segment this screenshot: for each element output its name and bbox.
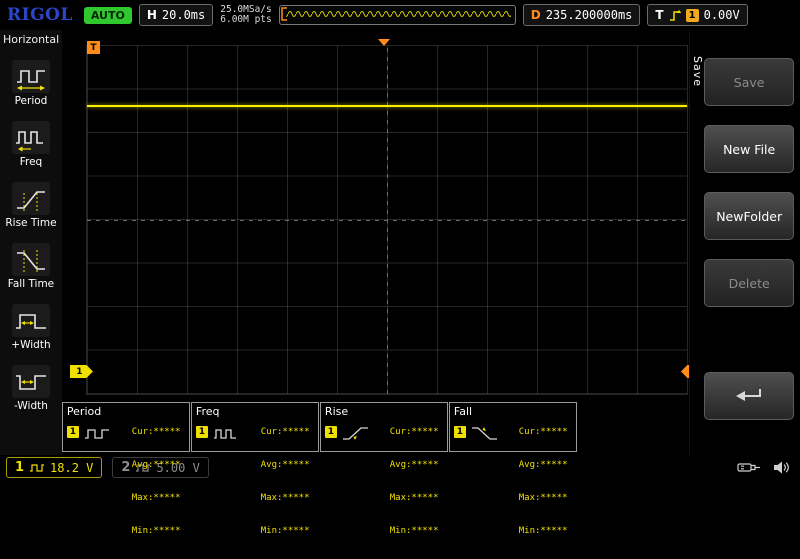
cur-value: Cur:***** — [390, 427, 444, 438]
sidebar-item-label: Freq — [20, 156, 43, 168]
new-file-button[interactable]: New File — [704, 125, 794, 173]
channel1-scale: 18.2 V — [50, 461, 93, 475]
horizontal-label: H — [147, 8, 157, 22]
channel-badge: 1 — [196, 426, 208, 438]
max-value: Max:***** — [132, 493, 186, 504]
avg-value: Avg:***** — [132, 460, 186, 471]
freq-icon — [12, 121, 50, 154]
cur-value: Cur:***** — [261, 427, 315, 438]
channel-badge: 1 — [454, 426, 466, 438]
measurement-values: Cur:***** Avg:***** Max:***** Min:***** — [519, 405, 573, 559]
trigger-corner-marker: T — [87, 41, 100, 54]
rise-time-icon — [12, 182, 50, 215]
rise-measure-icon — [341, 425, 371, 442]
trigger-level-value: 0.00V — [704, 8, 740, 22]
sidebar-item-fall-time[interactable]: Fall Time — [0, 243, 62, 290]
trigger-box[interactable]: T 1 0.00V — [647, 4, 747, 26]
sidebar-item-freq[interactable]: Freq — [0, 121, 62, 168]
sidebar-title: Horizontal — [0, 33, 59, 46]
status-icons — [737, 460, 794, 475]
max-value: Max:***** — [261, 493, 315, 504]
back-button[interactable] — [704, 372, 794, 420]
plus-width-icon — [12, 304, 50, 337]
channel2-number: 2 — [121, 460, 130, 475]
measurement-values: Cur:***** Avg:***** Max:***** Min:***** — [390, 405, 444, 559]
channel1-coupling-icon — [29, 463, 45, 473]
acquisition-info: 25.0MSa/s 6.00M pts — [220, 5, 271, 26]
graticule: T 1 T — [86, 45, 688, 395]
channel-badge: 1 — [325, 426, 337, 438]
max-value: Max:***** — [390, 493, 444, 504]
measurement-title: Fall — [454, 405, 472, 418]
measure-sidebar: Horizontal Period Freq — [0, 30, 62, 455]
trigger-source-badge: 1 — [686, 9, 699, 22]
channel1-chip[interactable]: 1 18.2 V — [6, 457, 102, 478]
min-value: Min:***** — [261, 526, 315, 537]
sidebar-item-rise-time[interactable]: Rise Time — [0, 182, 62, 229]
sidebar-item-label: Rise Time — [5, 217, 56, 229]
horizontal-timebase-box[interactable]: H 20.0ms — [139, 4, 213, 26]
min-value: Min:***** — [390, 526, 444, 537]
memory-depth: 6.00M pts — [220, 15, 271, 26]
softkey-menu: Save Save New File NewFolder Delete — [689, 30, 800, 455]
main-area: Horizontal Period Freq — [0, 30, 800, 455]
sidebar-item-plus-width[interactable]: +Width — [0, 304, 62, 351]
measurement-freq[interactable]: Freq 1 Cur:***** Avg:***** Max:***** Min… — [191, 402, 319, 452]
period-measure-icon — [83, 425, 113, 442]
trigger-label: T — [655, 8, 663, 22]
period-icon — [12, 60, 50, 93]
trigger-slope-icon — [669, 9, 681, 22]
usb-icon — [737, 461, 761, 474]
delay-value: 235.200000ms — [546, 8, 633, 22]
delete-button[interactable]: Delete — [704, 259, 794, 307]
trigger-position-marker[interactable] — [378, 39, 390, 46]
min-value: Min:***** — [519, 526, 573, 537]
sidebar-item-label: Fall Time — [8, 278, 54, 290]
run-state-badge: AUTO — [84, 7, 132, 24]
sidebar-item-label: Period — [15, 95, 48, 107]
sidebar-item-period[interactable]: Period — [0, 60, 62, 107]
measurement-period[interactable]: Period 1 Cur:***** Avg:***** Max:***** M… — [62, 402, 190, 452]
avg-value: Avg:***** — [390, 460, 444, 471]
minus-width-icon — [12, 365, 50, 398]
sidebar-item-label: +Width — [11, 339, 50, 351]
ch1-trace — [87, 105, 687, 107]
measurement-title: Rise — [325, 405, 348, 418]
measurement-title: Period — [67, 405, 101, 418]
speaker-icon[interactable] — [773, 460, 790, 475]
new-folder-button[interactable]: NewFolder — [704, 192, 794, 240]
channel-badge: 1 — [67, 426, 79, 438]
measurement-values: Cur:***** Avg:***** Max:***** Min:***** — [261, 405, 315, 559]
cur-value: Cur:***** — [132, 427, 186, 438]
measurement-fall[interactable]: Fall 1 Cur:***** Avg:***** Max:***** Min… — [449, 402, 577, 452]
top-status-bar: RIGOL AUTO H 20.0ms 25.0MSa/s 6.00M pts … — [0, 0, 800, 30]
memory-waveform-icon — [280, 6, 513, 22]
avg-value: Avg:***** — [519, 460, 573, 471]
scope-display: T 1 T Period 1 Cur:***** Avg:***** Max:*… — [62, 30, 689, 455]
channel1-number: 1 — [15, 460, 24, 475]
min-value: Min:***** — [132, 526, 186, 537]
measurement-rise[interactable]: Rise 1 Cur:***** Avg:***** Max:***** Min… — [320, 402, 448, 452]
waveform-memory-indicator[interactable] — [279, 5, 516, 25]
measurement-row: Period 1 Cur:***** Avg:***** Max:***** M… — [62, 402, 578, 452]
avg-value: Avg:***** — [261, 460, 315, 471]
freq-measure-icon — [212, 425, 242, 442]
max-value: Max:***** — [519, 493, 573, 504]
measurement-title: Freq — [196, 405, 220, 418]
sidebar-item-label: -Width — [14, 400, 48, 412]
sidebar-item-minus-width[interactable]: -Width — [0, 365, 62, 412]
fall-time-icon — [12, 243, 50, 276]
delay-label: D — [531, 8, 541, 22]
rigol-logo: RIGOL — [7, 5, 73, 25]
return-arrow-icon — [732, 385, 766, 407]
delay-box[interactable]: D 235.200000ms — [523, 4, 641, 26]
save-button[interactable]: Save — [704, 58, 794, 106]
center-vertical-gridline — [387, 46, 388, 394]
measurement-values: Cur:***** Avg:***** Max:***** Min:***** — [132, 405, 186, 559]
ch1-ground-marker[interactable]: 1 — [70, 365, 93, 378]
menu-tab-save: Save — [691, 56, 704, 87]
fall-measure-icon — [470, 425, 500, 442]
timebase-value: 20.0ms — [162, 8, 205, 22]
cur-value: Cur:***** — [519, 427, 573, 438]
